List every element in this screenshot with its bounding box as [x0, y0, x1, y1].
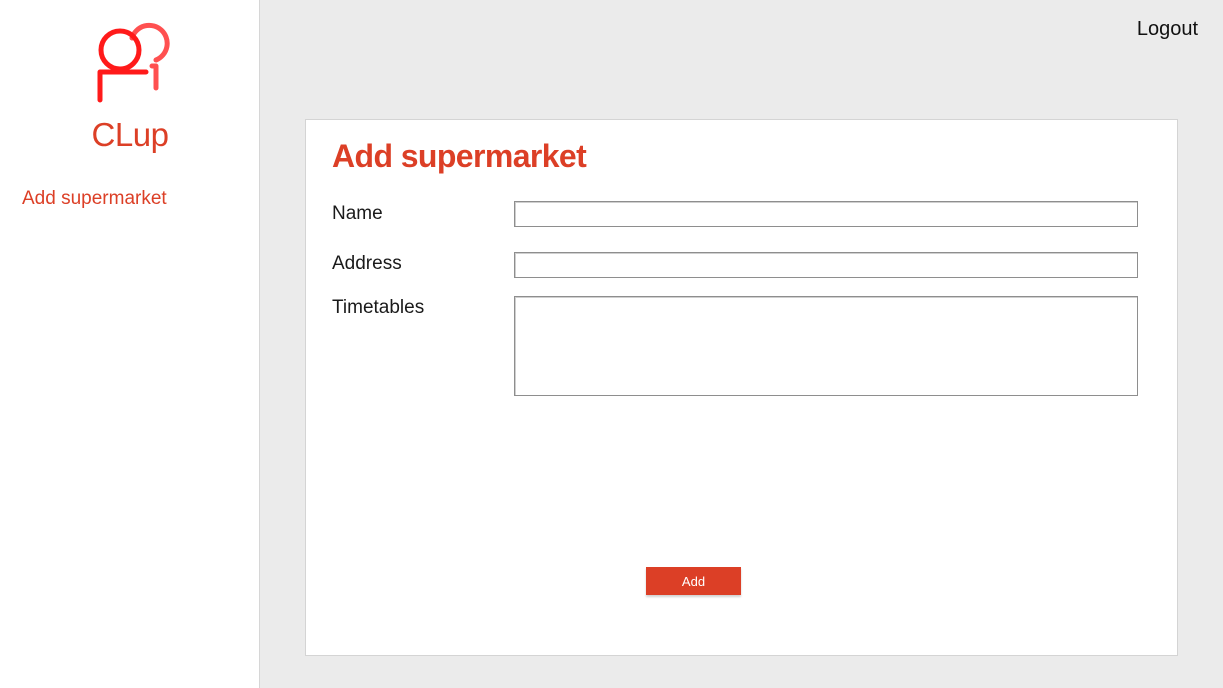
name-label: Name	[332, 203, 383, 224]
timetables-field[interactable]	[514, 296, 1138, 396]
sidebar: CLup Add supermarket	[0, 0, 260, 688]
people-icon	[90, 14, 170, 106]
sidebar-item-add-supermarket[interactable]: Add supermarket	[22, 188, 167, 210]
timetables-label: Timetables	[332, 297, 425, 318]
address-label: Address	[332, 253, 402, 274]
page-title: Add supermarket	[332, 138, 587, 174]
brand-name: CLup	[91, 116, 169, 153]
address-field[interactable]	[514, 252, 1138, 278]
logout-link[interactable]: Logout	[1137, 18, 1198, 41]
add-button[interactable]: Add	[646, 567, 741, 595]
name-field[interactable]	[514, 201, 1138, 227]
app-root: CLup Add supermarket Logout Add supermar…	[0, 0, 1223, 688]
add-supermarket-card: Add supermarket Name Address Timetables …	[305, 119, 1178, 656]
